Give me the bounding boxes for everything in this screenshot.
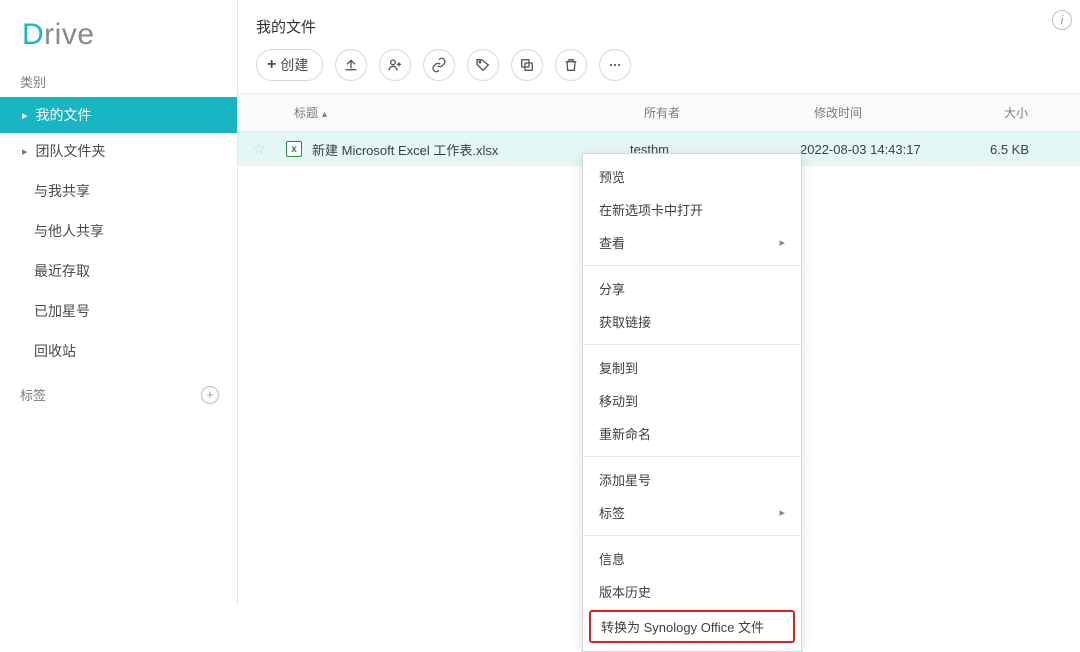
copy-icon	[519, 57, 535, 73]
plus-icon: +	[267, 56, 276, 74]
create-button[interactable]: + 创建	[256, 49, 323, 81]
cell-modified-time: 2022-08-03 14:43:17	[800, 142, 990, 157]
breadcrumb[interactable]: 我的文件	[238, 0, 1080, 45]
ctx-separator	[583, 456, 801, 457]
column-header-size[interactable]: 大小	[990, 94, 1080, 131]
sidebar-section-labels: 标签 +	[0, 369, 237, 412]
ctx-version-history[interactable]: 版本历史	[583, 575, 801, 608]
tag-icon	[475, 57, 491, 73]
ctx-separator	[583, 344, 801, 345]
cell-title[interactable]: x 新建 Microsoft Excel 工作表.xlsx	[280, 140, 630, 159]
ctx-rename[interactable]: 重新命名	[583, 417, 801, 450]
upload-button[interactable]	[335, 49, 367, 81]
ctx-preview[interactable]: 预览	[583, 160, 801, 193]
sidebar-item-label: 团队文件夹	[36, 141, 106, 161]
ctx-labels[interactable]: 标签▸	[583, 496, 801, 529]
ctx-view[interactable]: 查看▸	[583, 226, 801, 259]
upload-icon	[343, 57, 359, 73]
ctx-info[interactable]: 信息	[583, 542, 801, 575]
app-logo[interactable]: Drive	[0, 0, 237, 62]
info-icon[interactable]: i	[1052, 10, 1072, 30]
person-plus-icon	[387, 57, 403, 73]
sidebar-item-starred[interactable]: 已加星号	[0, 293, 237, 329]
sidebar-item-shared-with-me[interactable]: 与我共享	[0, 173, 237, 209]
caret-right-icon: ▸	[22, 145, 28, 158]
ctx-move-to[interactable]: 移动到	[583, 384, 801, 417]
sidebar: Drive 类别 ▸ 我的文件 ▸ 团队文件夹 与我共享 与他人共享 最近存取 …	[0, 0, 238, 604]
column-header-title[interactable]: 标题▴	[280, 94, 630, 131]
ctx-share[interactable]: 分享	[583, 272, 801, 305]
sidebar-item-label: 回收站	[34, 341, 76, 361]
file-name: 新建 Microsoft Excel 工作表.xlsx	[312, 140, 498, 159]
more-icon	[607, 57, 623, 73]
sidebar-item-label: 与我共享	[34, 181, 90, 201]
ctx-separator	[583, 265, 801, 266]
sidebar-item-trash[interactable]: 回收站	[0, 333, 237, 369]
copy-button[interactable]	[511, 49, 543, 81]
ctx-get-link[interactable]: 获取链接	[583, 305, 801, 338]
sidebar-item-recent[interactable]: 最近存取	[0, 253, 237, 289]
sidebar-item-label: 已加星号	[34, 301, 90, 321]
chevron-right-icon: ▸	[779, 506, 785, 519]
ctx-open-new-tab[interactable]: 在新选项卡中打开	[583, 193, 801, 226]
sidebar-item-team-folders[interactable]: ▸ 团队文件夹	[0, 133, 237, 169]
ctx-add-star[interactable]: 添加星号	[583, 463, 801, 496]
sidebar-section-categories: 类别	[0, 62, 237, 97]
delete-button[interactable]	[555, 49, 587, 81]
trash-icon	[563, 57, 579, 73]
context-menu: 预览 在新选项卡中打开 查看▸ 分享 获取链接 复制到 移动到 重新命名 添加星…	[582, 153, 802, 652]
sidebar-item-label: 最近存取	[34, 261, 90, 281]
labels-title: 标签	[20, 385, 46, 404]
ctx-separator	[583, 535, 801, 536]
excel-file-icon: x	[286, 141, 302, 157]
ctx-copy-to[interactable]: 复制到	[583, 351, 801, 384]
caret-right-icon: ▸	[22, 109, 28, 122]
star-icon[interactable]: ☆	[238, 140, 280, 158]
column-header-owner[interactable]: 所有者	[630, 94, 800, 131]
chevron-right-icon: ▸	[779, 236, 785, 249]
ctx-convert-office[interactable]: 转换为 Synology Office 文件	[589, 610, 795, 643]
cell-size: 6.5 KB	[990, 142, 1080, 157]
tag-button[interactable]	[467, 49, 499, 81]
create-button-label: 创建	[280, 55, 308, 75]
sidebar-item-label: 与他人共享	[34, 221, 104, 241]
more-button[interactable]	[599, 49, 631, 81]
table-header: 标题▴ 所有者 修改时间 大小	[238, 93, 1080, 132]
sidebar-item-my-files[interactable]: ▸ 我的文件	[0, 97, 237, 133]
link-icon	[431, 57, 447, 73]
sidebar-item-label: 我的文件	[36, 105, 92, 125]
toolbar: + 创建	[238, 45, 1080, 93]
link-button[interactable]	[423, 49, 455, 81]
sidebar-item-shared-with-others[interactable]: 与他人共享	[0, 213, 237, 249]
column-header-modified[interactable]: 修改时间	[800, 94, 990, 131]
sort-asc-icon: ▴	[322, 109, 327, 120]
add-label-button[interactable]: +	[201, 386, 219, 404]
add-person-button[interactable]	[379, 49, 411, 81]
